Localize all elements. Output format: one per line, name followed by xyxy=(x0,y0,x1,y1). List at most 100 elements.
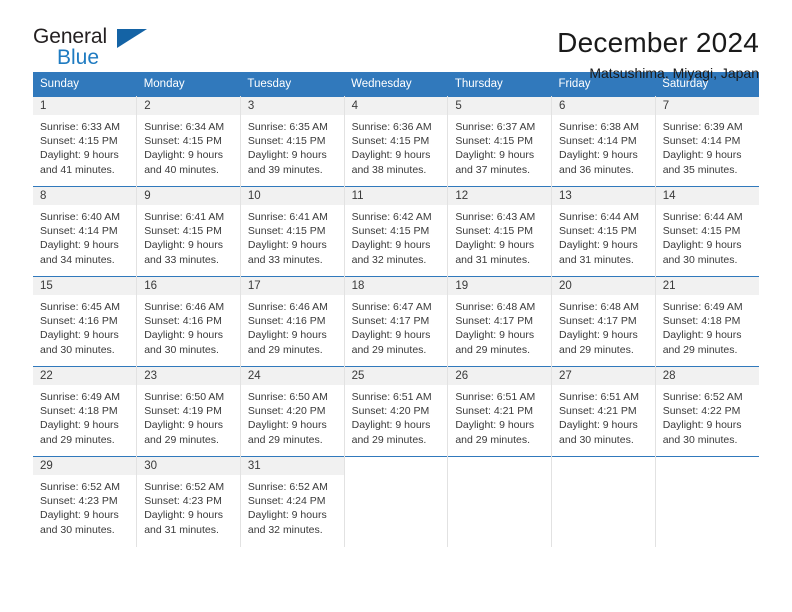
day-number: 16 xyxy=(137,277,240,295)
sunrise-time: Sunrise: 6:45 AM xyxy=(40,301,120,313)
day-details: Sunrise: 6:34 AM Sunset: 4:15 PM Daylight:… xyxy=(137,115,240,177)
calendar-day-cell[interactable]: 30 Sunrise: 6:52 AM Sunset: 4:23 PM Dayligh… xyxy=(136,456,241,547)
calendar-day-cell[interactable]: 11 Sunrise: 6:42 AM Sunset: 4:15 PM Dayligh… xyxy=(344,186,449,277)
calendar-day-cell[interactable]: 5 Sunrise: 6:37 AM Sunset: 4:15 PM Daylight… xyxy=(447,96,553,187)
calendar-day-cell[interactable]: 18 Sunrise: 6:47 AM Sunset: 4:17 PM Dayligh… xyxy=(344,276,449,367)
daylight-line-2: and 29 minutes. xyxy=(144,433,219,446)
sunrise-time: Sunrise: 6:44 AM xyxy=(662,211,743,223)
daylight-line-1: Daylight: 9 hours xyxy=(559,149,638,162)
sunset-time: Sunset: 4:14 PM xyxy=(559,135,637,148)
calendar-day-cell[interactable]: 1 Sunrise: 6:33 AM Sunset: 4:15 PM Daylight… xyxy=(33,96,138,187)
calendar-day-cell[interactable]: 13 Sunrise: 6:44 AM Sunset: 4:15 PM Dayligh… xyxy=(551,186,656,277)
sunset-time: Sunset: 4:16 PM xyxy=(40,315,118,328)
calendar-day-cell[interactable]: 28 Sunrise: 6:52 AM Sunset: 4:22 PM Dayligh… xyxy=(655,366,759,457)
daylight-line-1: Daylight: 9 hours xyxy=(247,239,327,252)
sunrise-time: Sunrise: 6:51 AM xyxy=(351,391,432,403)
daylight-line-1: Daylight: 9 hours xyxy=(559,419,638,432)
day-number: 19 xyxy=(448,277,552,295)
day-details: Sunrise: 6:51 AM Sunset: 4:21 PM Daylight:… xyxy=(448,385,551,447)
day-details: Sunrise: 6:49 AM Sunset: 4:18 PM Daylight:… xyxy=(33,385,136,447)
daylight-line-2: and 29 minutes. xyxy=(559,343,634,356)
general-blue-logo[interactable]: General Blue xyxy=(33,26,193,74)
day-details: Sunrise: 6:48 AM Sunset: 4:17 PM Daylight:… xyxy=(448,295,551,357)
daylight-line-1: Daylight: 9 hours xyxy=(455,329,535,342)
daylight-line-1: Daylight: 9 hours xyxy=(40,149,119,162)
calendar-day-cell[interactable]: 29 Sunrise: 6:52 AM Sunset: 4:23 PM Dayligh… xyxy=(33,456,138,547)
day-details: Sunrise: 6:52 AM Sunset: 4:23 PM Daylight:… xyxy=(137,475,240,537)
daylight-line-1: Daylight: 9 hours xyxy=(559,329,638,342)
daylight-line-1: Daylight: 9 hours xyxy=(144,419,223,432)
daylight-line-2: and 29 minutes. xyxy=(40,433,115,446)
calendar-day-cell[interactable]: 7 Sunrise: 6:39 AM Sunset: 4:14 PM Daylight… xyxy=(655,96,759,187)
calendar-day-cell[interactable]: 9 Sunrise: 6:41 AM Sunset: 4:15 PM Daylight… xyxy=(136,186,241,277)
day-number: 1 xyxy=(33,97,137,115)
calendar-day-cell[interactable]: 25 Sunrise: 6:51 AM Sunset: 4:20 PM Dayligh… xyxy=(344,366,449,457)
sunrise-time: Sunrise: 6:39 AM xyxy=(662,121,743,133)
daylight-line-1: Daylight: 9 hours xyxy=(455,239,535,252)
daylight-line-2: and 30 minutes. xyxy=(662,253,738,266)
daylight-line-2: and 33 minutes. xyxy=(247,253,323,266)
sunset-time: Sunset: 4:14 PM xyxy=(40,225,118,238)
sunset-time: Sunset: 4:15 PM xyxy=(351,135,430,148)
calendar-day-cell[interactable]: 23 Sunrise: 6:50 AM Sunset: 4:19 PM Dayligh… xyxy=(136,366,241,457)
calendar-day-cell[interactable]: 6 Sunrise: 6:38 AM Sunset: 4:14 PM Daylight… xyxy=(551,96,656,187)
calendar-day-cell[interactable]: 2 Sunrise: 6:34 AM Sunset: 4:15 PM Daylight… xyxy=(136,96,241,187)
day-details: Sunrise: 6:51 AM Sunset: 4:20 PM Daylight:… xyxy=(345,385,448,447)
day-number: 5 xyxy=(448,97,552,115)
sunset-time: Sunset: 4:15 PM xyxy=(247,225,326,238)
sunset-time: Sunset: 4:15 PM xyxy=(247,135,326,148)
sunset-time: Sunset: 4:16 PM xyxy=(144,315,222,328)
calendar-week-row: 29 Sunrise: 6:52 AM Sunset: 4:23 PM Dayligh… xyxy=(33,456,759,547)
day-details: Sunrise: 6:44 AM Sunset: 4:15 PM Daylight:… xyxy=(552,205,655,267)
calendar-day-cell[interactable]: 21 Sunrise: 6:49 AM Sunset: 4:18 PM Dayligh… xyxy=(655,276,759,367)
day-details: Sunrise: 6:43 AM Sunset: 4:15 PM Daylight:… xyxy=(448,205,551,267)
sunset-time: Sunset: 4:18 PM xyxy=(40,405,118,418)
daylight-line-1: Daylight: 9 hours xyxy=(247,419,327,432)
calendar-day-cell[interactable]: 31 Sunrise: 6:52 AM Sunset: 4:24 PM Dayligh… xyxy=(240,456,345,547)
daylight-line-1: Daylight: 9 hours xyxy=(351,239,431,252)
daylight-line-2: and 29 minutes. xyxy=(662,343,738,356)
daylight-line-2: and 29 minutes. xyxy=(455,343,531,356)
calendar-day-cell[interactable]: 4 Sunrise: 6:36 AM Sunset: 4:15 PM Daylight… xyxy=(344,96,449,187)
sunset-time: Sunset: 4:15 PM xyxy=(40,135,118,148)
daylight-line-1: Daylight: 9 hours xyxy=(351,329,431,342)
calendar-day-cell[interactable]: 20 Sunrise: 6:48 AM Sunset: 4:17 PM Dayligh… xyxy=(551,276,656,367)
calendar-day-cell[interactable]: 27 Sunrise: 6:51 AM Sunset: 4:21 PM Dayligh… xyxy=(551,366,656,457)
daylight-line-2: and 33 minutes. xyxy=(144,253,219,266)
logo-word-general: General xyxy=(33,25,108,48)
day-number: 4 xyxy=(344,97,448,115)
calendar-day-cell[interactable]: 19 Sunrise: 6:48 AM Sunset: 4:17 PM Dayligh… xyxy=(447,276,553,367)
daylight-line-1: Daylight: 9 hours xyxy=(247,149,327,162)
page-header: General Blue December 2024 Matsushima, M… xyxy=(33,0,759,82)
daylight-line-2: and 37 minutes. xyxy=(455,163,531,176)
calendar-day-cell[interactable]: 16 Sunrise: 6:46 AM Sunset: 4:16 PM Dayligh… xyxy=(136,276,241,367)
day-number: 6 xyxy=(552,97,655,115)
calendar-day-cell[interactable]: 3 Sunrise: 6:35 AM Sunset: 4:15 PM Daylight… xyxy=(240,96,345,187)
sunrise-time: Sunrise: 6:43 AM xyxy=(455,211,536,223)
daylight-line-2: and 30 minutes. xyxy=(40,343,115,356)
calendar-day-cell[interactable]: 26 Sunrise: 6:51 AM Sunset: 4:21 PM Dayligh… xyxy=(447,366,553,457)
day-details: Sunrise: 6:49 AM Sunset: 4:18 PM Daylight:… xyxy=(656,295,759,357)
calendar-day-cell[interactable]: 8 Sunrise: 6:40 AM Sunset: 4:14 PM Daylight… xyxy=(33,186,138,277)
daylight-line-2: and 29 minutes. xyxy=(247,433,323,446)
day-number: 12 xyxy=(448,187,552,205)
page-title: December 2024 xyxy=(557,27,759,58)
daylight-line-2: and 34 minutes. xyxy=(40,253,115,266)
calendar-day-cell[interactable]: 22 Sunrise: 6:49 AM Sunset: 4:18 PM Dayligh… xyxy=(33,366,138,457)
sunset-time: Sunset: 4:21 PM xyxy=(455,405,533,418)
sunset-time: Sunset: 4:18 PM xyxy=(662,315,741,328)
calendar-cell-empty xyxy=(344,456,449,547)
sunset-time: Sunset: 4:22 PM xyxy=(662,405,741,418)
calendar-day-cell[interactable]: 17 Sunrise: 6:46 AM Sunset: 4:16 PM Dayligh… xyxy=(240,276,345,367)
calendar-day-cell[interactable]: 15 Sunrise: 6:45 AM Sunset: 4:16 PM Dayligh… xyxy=(33,276,138,367)
sunset-time: Sunset: 4:19 PM xyxy=(144,405,222,418)
calendar-day-cell[interactable]: 12 Sunrise: 6:43 AM Sunset: 4:15 PM Dayligh… xyxy=(447,186,553,277)
day-number: 22 xyxy=(33,367,137,385)
day-details: Sunrise: 6:36 AM Sunset: 4:15 PM Daylight:… xyxy=(345,115,448,177)
sunrise-time: Sunrise: 6:38 AM xyxy=(559,121,639,133)
calendar-day-cell[interactable]: 24 Sunrise: 6:50 AM Sunset: 4:20 PM Dayligh… xyxy=(240,366,345,457)
calendar-body: 1 Sunrise: 6:33 AM Sunset: 4:15 PM Daylight… xyxy=(33,96,759,547)
day-number: 11 xyxy=(344,187,448,205)
calendar-day-cell[interactable]: 14 Sunrise: 6:44 AM Sunset: 4:15 PM Dayligh… xyxy=(655,186,759,277)
calendar-day-cell[interactable]: 10 Sunrise: 6:41 AM Sunset: 4:15 PM Dayligh… xyxy=(240,186,345,277)
